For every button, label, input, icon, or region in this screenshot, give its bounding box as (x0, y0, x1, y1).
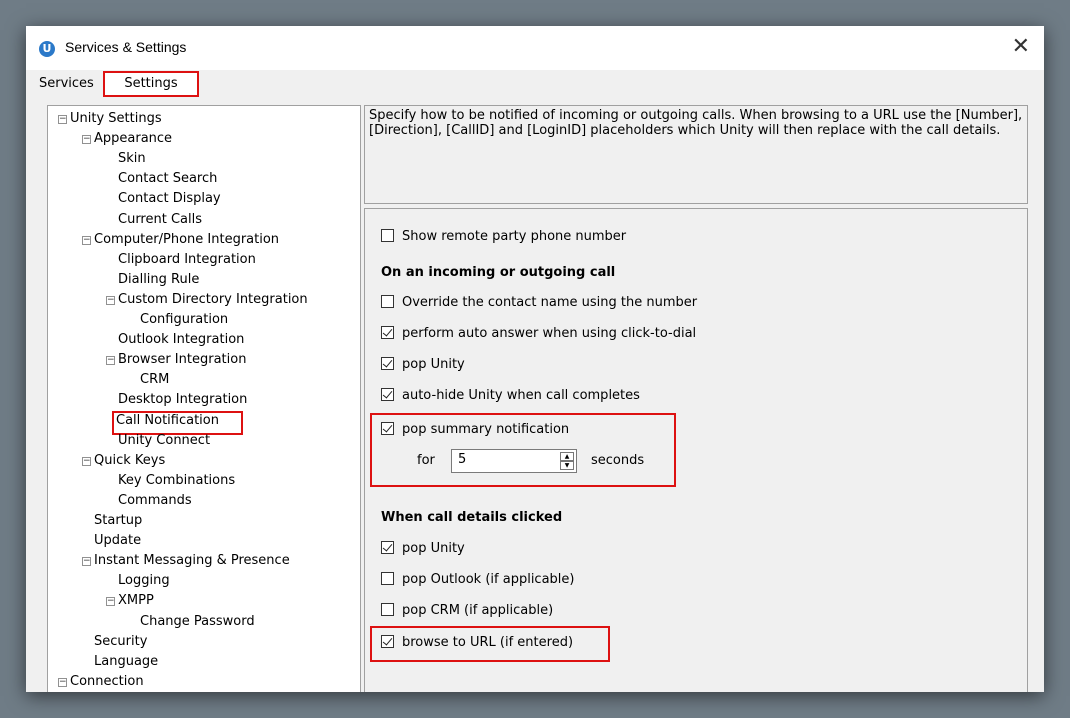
description-text: Specify how to be notified of incoming o… (369, 108, 1023, 138)
tree-collapse-icon[interactable]: − (82, 557, 91, 567)
section-heading-details: When call details clicked (381, 510, 563, 525)
details-pop-unity-checkbox[interactable]: pop Unity (381, 539, 465, 559)
tree-item[interactable]: Key Combinations (118, 471, 235, 491)
duration-for-label: for (417, 453, 435, 468)
tree-item[interactable]: Browser Integration (118, 350, 246, 370)
tree-collapse-icon[interactable]: − (58, 677, 67, 687)
details-pop-crm-checkbox[interactable]: pop CRM (if applicable) (381, 601, 553, 621)
tree-item[interactable]: XMPP (118, 591, 154, 611)
checkbox-icon[interactable] (381, 541, 394, 554)
tree-item[interactable]: Contact Search (118, 169, 217, 189)
show-remote-party-checkbox[interactable]: Show remote party phone number (381, 227, 626, 247)
tree-collapse-icon[interactable]: − (82, 235, 91, 245)
tree-collapse-icon[interactable]: − (58, 115, 67, 124)
tree-item[interactable]: Desktop Integration (118, 390, 247, 410)
tree-item[interactable]: Custom Directory Integration (118, 290, 308, 310)
tab-services[interactable]: Services (39, 73, 103, 95)
tree-item[interactable]: CRM (140, 370, 169, 390)
tree-item[interactable]: Outlook Integration (118, 330, 244, 350)
tree-item[interactable]: Update (94, 531, 141, 551)
tree-item[interactable]: Contact Display (118, 189, 221, 209)
window-title: Services & Settings (65, 39, 187, 55)
checkbox-icon[interactable] (381, 357, 394, 370)
pop-summary-checkbox[interactable]: pop summary notification (381, 420, 569, 440)
tree-item[interactable]: Dialling Rule (118, 270, 199, 290)
tree-collapse-icon[interactable]: − (106, 295, 115, 305)
spin-up-icon[interactable]: ▲ (560, 452, 574, 461)
duration-value[interactable]: 5 (458, 452, 466, 467)
checkbox-label: pop CRM (if applicable) (402, 603, 554, 618)
checkbox-label: Override the contact name using the numb… (402, 295, 698, 310)
duration-spinner[interactable]: 5 ▲ ▼ (451, 449, 577, 473)
details-browse-url-checkbox[interactable]: browse to URL (if entered) (381, 633, 573, 653)
details-pop-outlook-checkbox[interactable]: pop Outlook (if applicable) (381, 570, 574, 590)
tree-item[interactable]: Change Password (140, 612, 255, 632)
checkbox-label: Show remote party phone number (402, 229, 627, 244)
tree-item[interactable]: Language (94, 652, 158, 672)
tree-item[interactable]: Quick Keys (94, 451, 165, 471)
auto-hide-checkbox[interactable]: auto-hide Unity when call completes (381, 386, 640, 406)
checkbox-icon[interactable] (381, 572, 394, 585)
tree-item[interactable]: Connection (70, 672, 144, 692)
checkbox-icon[interactable] (381, 422, 394, 435)
tree-item[interactable]: Current Calls (118, 210, 202, 230)
checkbox-label: perform auto answer when using click-to-… (402, 326, 697, 341)
tree-item[interactable]: Startup (94, 511, 142, 531)
checkbox-icon[interactable] (381, 295, 394, 308)
services-settings-window: U Services & Settings ✕ Services Setting… (26, 26, 1044, 692)
tree-item[interactable]: Unity Settings (70, 109, 162, 129)
tree-item[interactable]: Configuration (140, 310, 228, 330)
section-heading-incoming: On an incoming or outgoing call (381, 265, 616, 280)
checkbox-label: pop summary notification (402, 422, 570, 437)
tab-settings[interactable]: Settings (103, 71, 199, 97)
checkbox-label: auto-hide Unity when call completes (402, 388, 640, 403)
checkbox-icon[interactable] (381, 229, 394, 242)
settings-tree[interactable]: − Unity Settings − Appearance Skin Contact Se… (47, 105, 361, 692)
checkbox-label: browse to URL (if entered) (402, 635, 574, 650)
tree-collapse-icon[interactable]: − (82, 135, 91, 145)
tree-collapse-icon[interactable]: − (106, 356, 115, 366)
tree-item[interactable]: Commands (118, 491, 192, 511)
close-icon[interactable]: ✕ (1012, 34, 1030, 59)
call-notification-panel: Show remote party phone number On an inc… (364, 208, 1028, 692)
tree-item[interactable]: Appearance (94, 129, 172, 149)
checkbox-icon[interactable] (381, 388, 394, 401)
tree-collapse-icon[interactable]: − (82, 456, 91, 466)
duration-unit-label: seconds (591, 453, 645, 468)
auto-answer-checkbox[interactable]: perform auto answer when using click-to-… (381, 324, 696, 344)
spin-down-icon[interactable]: ▼ (560, 461, 574, 470)
unity-logo-icon: U (39, 41, 55, 57)
tree-item[interactable]: Security (94, 632, 147, 652)
tree-item[interactable]: Skin (118, 149, 146, 169)
checkbox-label: pop Unity (402, 541, 465, 556)
checkbox-label: pop Outlook (if applicable) (402, 572, 575, 587)
tree-item[interactable]: Logging (118, 571, 170, 591)
pop-unity-checkbox[interactable]: pop Unity (381, 355, 465, 375)
tree-collapse-icon[interactable]: − (106, 597, 115, 607)
checkbox-icon[interactable] (381, 603, 394, 616)
description-panel: Specify how to be notified of incoming o… (364, 105, 1028, 204)
checkbox-icon[interactable] (381, 635, 394, 648)
tree-item[interactable]: Unity Connect (118, 431, 210, 451)
tree-item[interactable]: Clipboard Integration (118, 250, 256, 270)
tree-item[interactable]: Instant Messaging & Presence (94, 551, 290, 571)
tree-item[interactable]: Computer/Phone Integration (94, 230, 279, 250)
title-bar: U Services & Settings ✕ (26, 26, 1044, 70)
override-contact-checkbox[interactable]: Override the contact name using the numb… (381, 293, 697, 313)
checkbox-label: pop Unity (402, 357, 465, 372)
checkbox-icon[interactable] (381, 326, 394, 339)
